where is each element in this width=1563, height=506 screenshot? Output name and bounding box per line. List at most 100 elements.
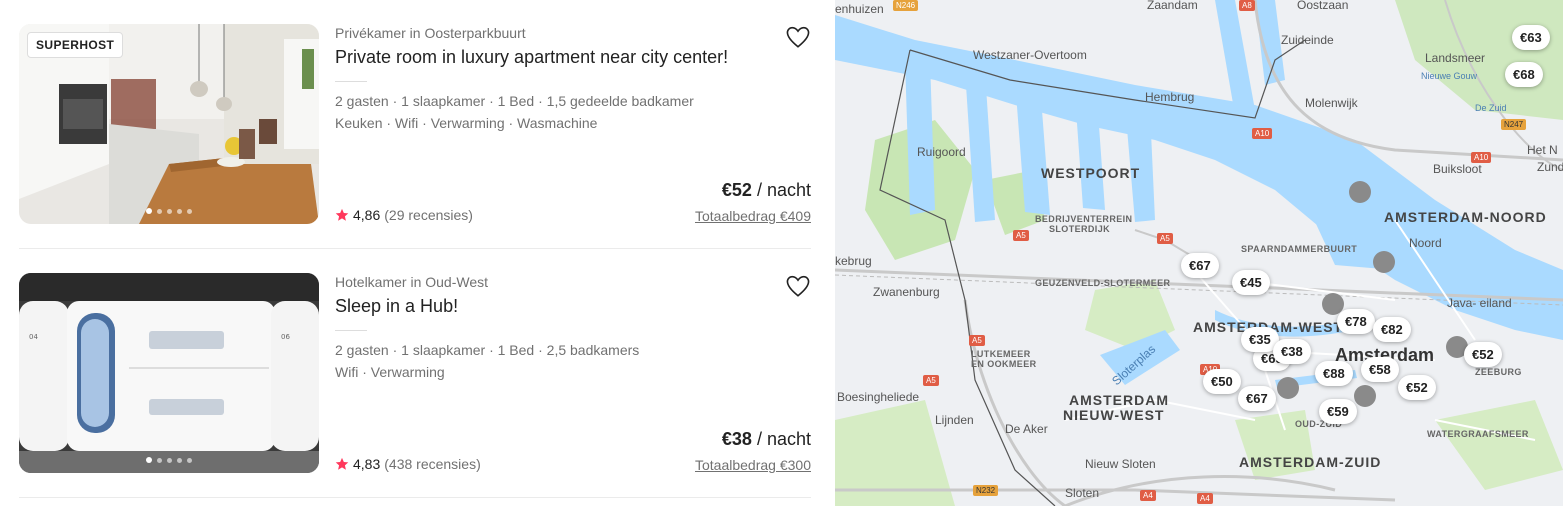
listing-title[interactable]: Sleep in a Hub! [335,296,458,317]
price-pin[interactable]: €88 [1315,361,1353,386]
road-shield: A4 [1140,490,1156,501]
map-label: Lijnden [935,413,974,427]
heart-icon[interactable] [785,24,811,50]
listing-type: Privékamer in Oosterparkbuurt [335,25,526,41]
listing-photo-carousel[interactable]: SUPERHOST [19,24,319,224]
photo-dot[interactable] [187,208,192,214]
price-unit: / nacht [751,180,811,200]
listing-type: Hotelkamer in Oud-West [335,274,489,290]
map-label: SPAARNDAMMERBUURT [1241,244,1358,254]
star-icon [335,208,349,221]
nightly-price: €52 / nacht [722,180,811,201]
map-label: Hembrug [1145,90,1195,104]
listing-title[interactable]: Private room in luxury apartment near ci… [335,47,728,68]
photo-dot[interactable] [187,457,192,463]
listing-divider [19,497,811,498]
map[interactable]: enhuizen Zaandam Oostzaan Westzaner-Over… [835,0,1563,506]
price-pin[interactable]: €52 [1464,342,1502,367]
photo-dots [146,457,192,463]
road-shield: A4 [1197,493,1213,504]
map-label: BEDRIJVENTERREIN [1035,214,1133,224]
search-results-page: SUPERHOST Privékamer in Oosterparkbuurt … [0,0,1563,506]
map-label: De Aker [1005,422,1048,436]
road-shield: A5 [1157,233,1173,244]
photo-dot[interactable] [177,457,182,463]
listing-info: Privékamer in Oosterparkbuurt Private ro… [335,24,811,224]
rating-score: 4,83 [353,456,381,472]
price-amount: €38 [721,429,752,449]
price-pin[interactable]: €78 [1337,309,1375,334]
nightly-price: €38 / nacht [722,429,811,450]
museum-icon[interactable] [1277,377,1299,399]
listing-info: Hotelkamer in Oud-West Sleep in a Hub! 2… [335,273,811,473]
total-price-link[interactable]: Totaalbedrag €409 [695,208,811,224]
price-pin[interactable]: €63 [1512,25,1550,50]
superhost-badge: SUPERHOST [27,32,124,58]
photo-dot[interactable] [177,208,182,214]
rating: 4,86 (29 recensies) [335,207,473,223]
road-shield: A5 [923,375,939,386]
map-label: Zaandam [1147,0,1198,12]
map-label: AMSTERDAM-ZUID [1239,454,1382,470]
map-label: Zwanenburg [873,285,940,299]
listing-photo-carousel[interactable]: 04 06 [19,273,319,473]
map-label: Ruigoord [917,145,966,159]
road-shield: A5 [969,335,985,346]
star-icon [335,457,349,470]
map-label: LUTKEMEER [971,349,1031,359]
map-label: Molenwijk [1305,96,1358,110]
price-pin[interactable]: €58 [1361,357,1399,382]
map-label: GEUZENVELD-SLOTERMEER [1035,278,1171,288]
fork-knife-icon[interactable] [1349,181,1371,203]
price-pin[interactable]: €67 [1181,253,1219,278]
map-label: Landsmeer [1425,51,1486,65]
map-label: De Zuid [1475,103,1507,113]
map-label: Nieuwe Gouw [1421,71,1478,81]
total-price-link[interactable]: Totaalbedrag €300 [695,457,811,473]
photo-dot[interactable] [146,457,152,463]
svg-text:06: 06 [281,333,290,341]
price-pin[interactable]: €59 [1319,399,1357,424]
road-shield: A5 [1013,230,1029,241]
camera-icon[interactable] [1354,385,1376,407]
photo-dot[interactable] [146,208,152,214]
review-count: (438 recensies) [384,456,481,472]
photo-dot[interactable] [157,208,162,214]
map-label: Westzaner-Overtoom [973,48,1087,62]
listing-details: 2 gasten · 1 slaapkamer · 1 Bed · 1,5 ge… [335,93,694,109]
map-label: Oostzaan [1297,0,1349,12]
road-shield: N232 [973,485,999,496]
listing-card[interactable]: SUPERHOST Privékamer in Oosterparkbuurt … [19,24,811,224]
divider-line [335,330,367,331]
price-pin[interactable]: €82 [1373,317,1411,342]
map-label: Sloten [1065,486,1100,500]
map-label: AMSTERDAM [1069,392,1169,408]
road-shield: N246 [893,0,919,11]
map-label: Zunde [1537,160,1563,174]
price-pin[interactable]: €45 [1232,270,1270,295]
price-pin[interactable]: €67 [1238,386,1276,411]
listing-card[interactable]: 04 06 Hotelkamer in Oud-West Sleep in a … [19,273,811,473]
photo-dot[interactable] [157,457,162,463]
road-shield: A10 [1252,128,1273,139]
map-label: ZEEBURG [1475,367,1522,377]
road-shield: N247 [1501,119,1527,130]
price-unit: / nacht [751,429,811,449]
photo-dot[interactable] [167,208,172,214]
heart-icon[interactable] [785,273,811,299]
map-label: WESTPOORT [1041,165,1141,181]
map-label: Java- eiland [1447,296,1512,310]
photo-dot[interactable] [167,457,172,463]
price-amount: €52 [721,180,752,200]
map-label: AMSTERDAM-NOORD [1384,209,1547,225]
price-pin[interactable]: €52 [1398,375,1436,400]
price-pin[interactable]: €50 [1203,369,1241,394]
map-label: NIEUW-WEST [1063,407,1165,423]
price-pin[interactable]: €68 [1505,62,1543,87]
listing-amenities: Keuken · Wifi · Verwarming · Wasmachine [335,115,598,131]
capsule-photo: 04 06 [19,273,319,473]
map-label: Buiksloot [1433,162,1482,176]
rating: 4,83 (438 recensies) [335,456,481,472]
price-pin[interactable]: €38 [1273,339,1311,364]
fork-knife-icon[interactable] [1373,251,1395,273]
